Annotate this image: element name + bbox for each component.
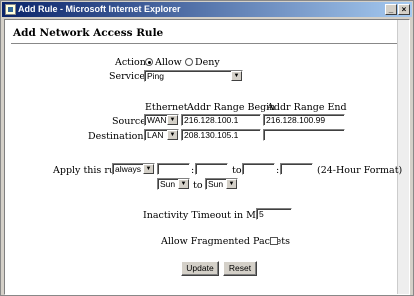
end-time-colon: : bbox=[276, 165, 280, 176]
schedule-mode-select[interactable]: always ▼ bbox=[112, 163, 155, 175]
ethernet-column-header: Ethernet bbox=[145, 102, 188, 113]
timeout-input[interactable]: 5 bbox=[256, 208, 292, 220]
start-minute-input[interactable] bbox=[195, 163, 228, 175]
close-icon[interactable]: × bbox=[398, 4, 410, 15]
destination-begin-input[interactable]: 208.130.105.1 bbox=[181, 129, 261, 141]
start-hour-input[interactable] bbox=[157, 163, 190, 175]
vertical-scrollbar[interactable] bbox=[397, 20, 409, 294]
chevron-down-icon[interactable]: ▼ bbox=[167, 115, 178, 125]
chevron-down-icon[interactable]: ▼ bbox=[167, 130, 178, 140]
start-day-select[interactable]: Sun ▼ bbox=[157, 178, 190, 190]
browser-window: Add Rule - Microsoft Internet Explorer _… bbox=[0, 0, 414, 296]
time-range-to-label: to bbox=[232, 165, 242, 176]
end-minute-input[interactable] bbox=[280, 163, 313, 175]
update-button[interactable]: Update bbox=[181, 261, 219, 276]
chevron-down-icon[interactable]: ▼ bbox=[143, 164, 154, 174]
source-begin-input[interactable]: 216.128.100.1 bbox=[181, 114, 261, 126]
destination-end-input[interactable] bbox=[263, 129, 345, 141]
schedule-mode-value: always bbox=[115, 164, 141, 174]
chevron-down-icon[interactable]: ▼ bbox=[231, 71, 242, 81]
day-range-to-label: to bbox=[193, 180, 203, 191]
end-day-select[interactable]: Sun ▼ bbox=[205, 178, 238, 190]
time-format-note: (24-Hour Format) bbox=[317, 165, 403, 176]
chevron-down-icon[interactable]: ▼ bbox=[226, 179, 237, 189]
addr-begin-column-header: Addr Range Begin bbox=[187, 102, 276, 113]
start-day-value: Sun bbox=[160, 179, 176, 189]
action-deny-label: Deny bbox=[195, 57, 220, 68]
fragmented-packets-checkbox[interactable] bbox=[270, 237, 278, 245]
addr-end-column-header: Addr Range End bbox=[267, 102, 347, 113]
action-deny-radio[interactable] bbox=[185, 58, 193, 66]
destination-ethernet-select[interactable]: LAN ▼ bbox=[144, 129, 179, 141]
window-title: Add Rule - Microsoft Internet Explorer bbox=[18, 4, 181, 14]
action-allow-label: Allow bbox=[155, 57, 182, 68]
destination-ethernet-value: LAN bbox=[147, 130, 164, 140]
page-title: Add Network Access Rule bbox=[13, 27, 164, 39]
minimize-icon[interactable]: _ bbox=[385, 4, 397, 15]
service-select-value: Ping bbox=[147, 71, 165, 81]
source-end-input[interactable]: 216.128.100.99 bbox=[263, 114, 345, 126]
source-label: Source bbox=[112, 116, 146, 127]
source-ethernet-select[interactable]: WAN ▼ bbox=[144, 114, 179, 126]
destination-label: Destination bbox=[88, 131, 144, 142]
ie-page-icon bbox=[5, 4, 16, 15]
start-time-colon: : bbox=[191, 165, 195, 176]
action-label: Action bbox=[115, 57, 146, 68]
action-allow-radio[interactable] bbox=[145, 58, 153, 66]
end-hour-input[interactable] bbox=[242, 163, 275, 175]
title-bar: Add Rule - Microsoft Internet Explorer _… bbox=[2, 2, 412, 17]
service-label: Service bbox=[109, 71, 146, 82]
end-day-value: Sun bbox=[208, 179, 224, 189]
page-content: Add Network Access Rule Action Allow Den… bbox=[4, 19, 410, 295]
heading-divider bbox=[11, 43, 397, 45]
source-ethernet-value: WAN bbox=[147, 115, 167, 125]
reset-button[interactable]: Reset bbox=[223, 261, 257, 276]
service-select[interactable]: Ping ▼ bbox=[144, 70, 243, 82]
chevron-down-icon[interactable]: ▼ bbox=[178, 179, 189, 189]
